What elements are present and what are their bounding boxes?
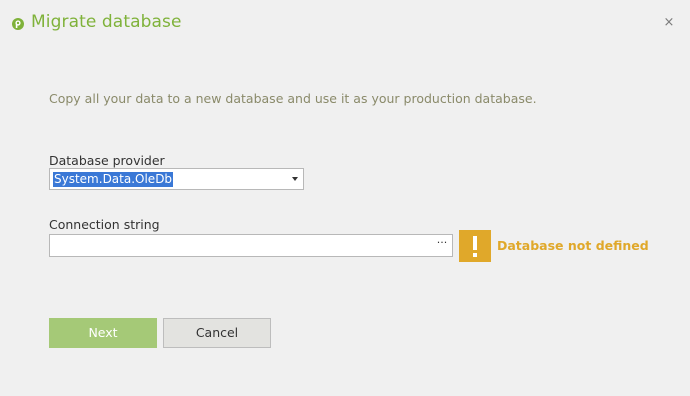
migrate-database-dialog: Migrate database × Copy all your data to… [0,0,690,396]
next-button[interactable]: Next [49,318,157,348]
database-provider-select[interactable]: System.Data.OleDb [49,168,304,190]
database-provider-selected-value: System.Data.OleDb [53,172,174,187]
warning-icon [459,230,491,262]
app-logo-icon [11,16,25,30]
dialog-title: Migrate database [31,12,182,32]
database-provider-label: Database provider [49,153,165,168]
chevron-down-icon[interactable] [292,177,298,181]
connection-string-input[interactable]: ··· [49,234,453,257]
title-bar: Migrate database × [0,0,690,48]
connection-string-label: Connection string [49,217,160,232]
cancel-button[interactable]: Cancel [163,318,271,348]
warning-message: Database not defined [497,238,649,253]
dialog-description: Copy all your data to a new database and… [49,91,537,106]
close-button[interactable]: × [660,14,678,32]
browse-ellipsis-button[interactable]: ··· [434,237,450,254]
